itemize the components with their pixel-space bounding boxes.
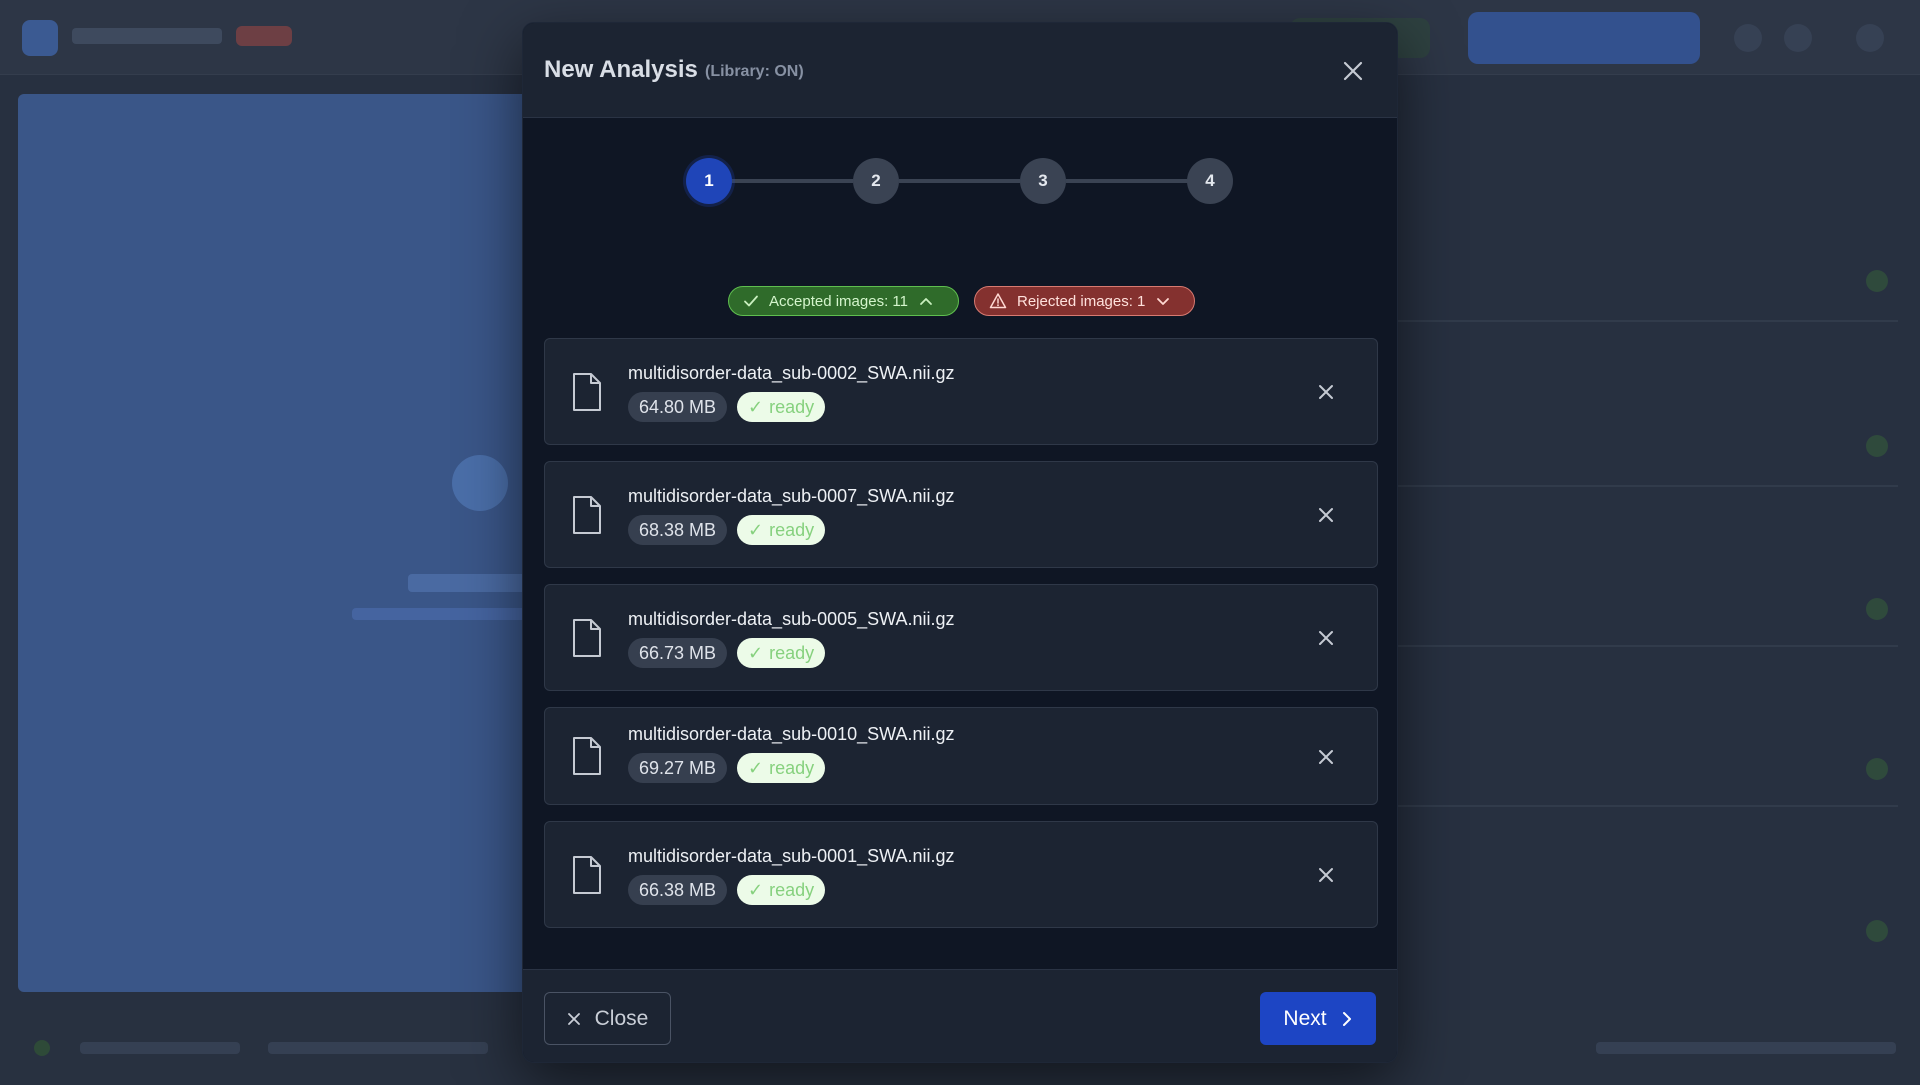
- file-size: 66.38 MB: [628, 875, 728, 905]
- wizard-stepper: 1 2 3 4: [686, 158, 1241, 204]
- check-icon: ✓: [748, 757, 764, 778]
- background-brand-badge: [236, 26, 292, 46]
- file-icon: [573, 373, 601, 411]
- file-status-label: ready: [769, 642, 815, 663]
- background-empty-state-text: [352, 608, 528, 620]
- step-connector: [1066, 179, 1195, 183]
- background-avatar: [1856, 24, 1884, 52]
- background-brand: [72, 28, 222, 44]
- background-footer-links: [1596, 1042, 1896, 1054]
- file-icon: [573, 856, 601, 894]
- check-icon: ✓: [748, 642, 764, 663]
- step-2: 2: [853, 158, 899, 204]
- image-filters: Accepted images: 11 Rejected images: 1: [523, 286, 1397, 316]
- chevron-right-icon: [1342, 1011, 1351, 1026]
- background-help-icon: [1734, 24, 1762, 52]
- step-4: 4: [1187, 158, 1233, 204]
- background-analysis-list: [1398, 160, 1898, 992]
- background-settings-icon: [1784, 24, 1812, 52]
- file-icon: [573, 619, 601, 657]
- close-button-label: Close: [594, 1006, 649, 1030]
- file-status-label: ready: [769, 396, 815, 417]
- file-item: multidisorder-data_sub-0005_SWA.nii.gz 6…: [544, 584, 1378, 691]
- step-3: 3: [1020, 158, 1066, 204]
- file-status-badge: ✓ ready: [737, 875, 826, 905]
- background-logo: [22, 20, 58, 56]
- chevron-down-icon: [1157, 298, 1170, 305]
- check-icon: [744, 295, 758, 307]
- remove-file-button[interactable]: [1315, 504, 1337, 526]
- accepted-images-label: Accepted images: 11: [769, 292, 908, 310]
- background-footer-text: [268, 1042, 488, 1054]
- file-size: 64.80 MB: [628, 392, 728, 422]
- close-button[interactable]: Close: [544, 992, 671, 1045]
- step-connector: [899, 179, 1020, 183]
- chevron-up-icon: [920, 298, 932, 305]
- rejected-images-toggle[interactable]: Rejected images: 1: [974, 286, 1195, 316]
- file-name: multidisorder-data_sub-0002_SWA.nii.gz: [628, 363, 955, 383]
- rejected-images-label: Rejected images: 1: [1017, 292, 1146, 310]
- step-1: 1: [686, 158, 732, 204]
- file-name: multidisorder-data_sub-0007_SWA.nii.gz: [628, 486, 955, 506]
- next-button[interactable]: Next: [1260, 992, 1376, 1045]
- file-status-label: ready: [769, 879, 815, 900]
- remove-file-button[interactable]: [1315, 381, 1337, 403]
- accepted-images-toggle[interactable]: Accepted images: 11: [728, 286, 959, 316]
- file-status-badge: ✓ ready: [737, 753, 826, 783]
- new-analysis-modal: New Analysis (Library: ON) 1 2 3 4 Accep…: [522, 22, 1398, 1063]
- file-item: multidisorder-data_sub-0001_SWA.nii.gz 6…: [544, 821, 1378, 928]
- file-status-badge: ✓ ready: [737, 392, 826, 422]
- next-button-label: Next: [1283, 1006, 1327, 1030]
- check-icon: ✓: [748, 879, 764, 900]
- modal-subtitle: (Library: ON): [705, 63, 804, 80]
- background-footer-text: [80, 1042, 240, 1054]
- file-status-label: ready: [769, 757, 815, 778]
- background-footer-dot: [34, 1040, 50, 1056]
- background-side-panel: [18, 94, 528, 992]
- file-name: multidisorder-data_sub-0001_SWA.nii.gz: [628, 846, 955, 866]
- file-name: multidisorder-data_sub-0005_SWA.nii.gz: [628, 609, 955, 629]
- file-item: multidisorder-data_sub-0002_SWA.nii.gz 6…: [544, 338, 1378, 445]
- remove-file-button[interactable]: [1315, 864, 1337, 886]
- file-size: 68.38 MB: [628, 515, 728, 545]
- step-connector: [732, 179, 853, 183]
- modal-title: New Analysis: [544, 56, 698, 83]
- check-icon: ✓: [748, 396, 764, 417]
- file-status-badge: ✓ ready: [737, 638, 826, 668]
- remove-file-button[interactable]: [1315, 746, 1337, 768]
- file-icon: [573, 737, 601, 775]
- file-status-badge: ✓ ready: [737, 515, 826, 545]
- background-new-analysis-button: [1468, 12, 1700, 64]
- remove-file-button[interactable]: [1315, 627, 1337, 649]
- file-status-label: ready: [769, 519, 815, 540]
- file-item: multidisorder-data_sub-0007_SWA.nii.gz 6…: [544, 461, 1378, 568]
- background-empty-state-title: [408, 574, 528, 592]
- close-icon: [567, 1012, 580, 1025]
- close-icon[interactable]: [1337, 55, 1369, 87]
- file-icon: [573, 496, 601, 534]
- modal-header: New Analysis (Library: ON): [523, 23, 1397, 118]
- file-name: multidisorder-data_sub-0010_SWA.nii.gz: [628, 724, 955, 744]
- modal-footer: Close Next: [523, 969, 1397, 1062]
- check-icon: ✓: [748, 519, 764, 540]
- file-size: 66.73 MB: [628, 638, 728, 668]
- file-size: 69.27 MB: [628, 753, 728, 783]
- background-empty-state-icon: [452, 455, 508, 511]
- warning-icon: [989, 293, 1007, 309]
- file-item: multidisorder-data_sub-0010_SWA.nii.gz 6…: [544, 707, 1378, 805]
